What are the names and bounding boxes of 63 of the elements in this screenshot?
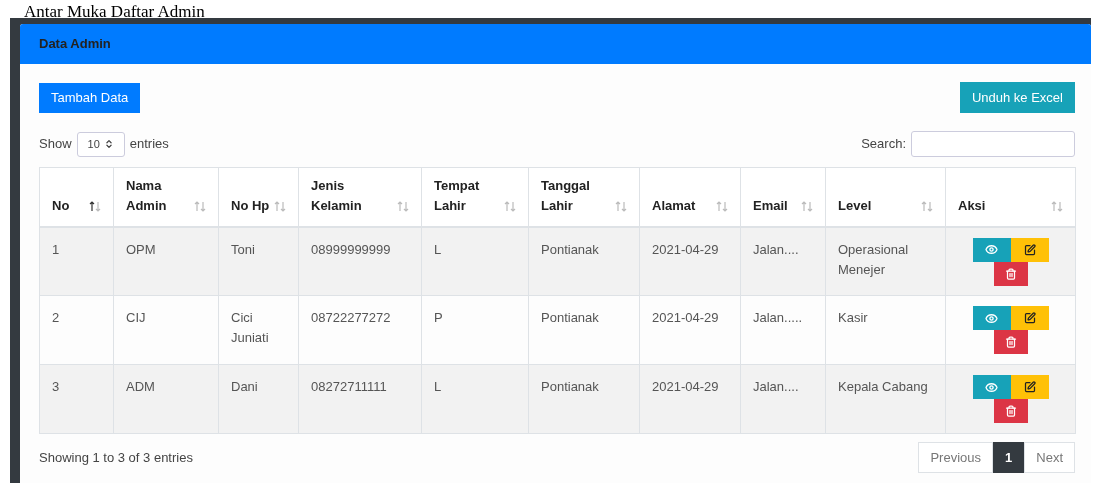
edit-icon <box>1023 381 1036 393</box>
updown-icon <box>103 139 114 149</box>
card-title: Data Admin <box>39 35 111 54</box>
delete-button[interactable] <box>993 261 1028 286</box>
table-cell: P <box>421 295 529 365</box>
edit-button[interactable] <box>1010 375 1049 399</box>
delete-button[interactable] <box>993 399 1028 423</box>
entries-select[interactable]: 10 <box>76 131 125 157</box>
trash-icon <box>1004 336 1017 348</box>
eye-icon <box>985 243 998 256</box>
table-cell: Kepala Cabang <box>825 364 946 434</box>
edit-button[interactable] <box>1010 306 1049 330</box>
edit-button[interactable] <box>1010 237 1049 262</box>
column-header[interactable]: Nama Admin <box>113 167 219 227</box>
add-button[interactable]: Tambah Data <box>39 82 141 113</box>
table-cell: 1 <box>39 226 114 296</box>
table-cell: Jalan.... <box>740 364 826 434</box>
table-cell: 08722277272 <box>298 295 422 365</box>
table-info: Showing 1 to 3 of 3 entries <box>39 448 193 467</box>
table-cell: Jalan..... <box>740 295 826 365</box>
table-cell: Jalan.... <box>740 226 826 296</box>
table-cell: 2 <box>39 295 114 365</box>
search-label: Search: <box>861 135 906 154</box>
table-cell: L <box>421 226 529 296</box>
column-header[interactable]: Alamat <box>639 167 741 227</box>
table-cell: CIJ <box>113 295 219 365</box>
table-cell: Pontianak <box>528 364 640 434</box>
column-header[interactable]: Level <box>825 167 946 227</box>
trash-icon <box>1004 267 1017 280</box>
column-header[interactable]: Aksi <box>945 167 1076 227</box>
eye-icon <box>985 311 998 325</box>
table-cell: Cici Juniati <box>218 295 299 365</box>
page-link[interactable]: 1 <box>993 442 1025 473</box>
table-cell: 3 <box>39 364 114 434</box>
table-cell: 08272711111 <box>298 364 422 434</box>
eye-icon <box>985 380 998 394</box>
column-header[interactable]: Tempat Lahir <box>421 167 529 227</box>
show-label: Show <box>39 135 72 154</box>
column-header[interactable]: Jenis Kelamin <box>298 167 422 227</box>
table-cell: ADM <box>113 364 219 434</box>
table-cell: Dani <box>218 364 299 434</box>
search-field[interactable] <box>911 131 1075 157</box>
table-cell: 2021-04-29 <box>639 226 741 296</box>
column-header[interactable]: Email <box>740 167 826 227</box>
table-cell: L <box>421 364 529 434</box>
table-cell: Operasional Menejer <box>825 226 946 296</box>
table-cell: OPM <box>113 226 219 296</box>
table-cell: 2021-04-29 <box>639 295 741 365</box>
entries-label: entries <box>129 135 169 154</box>
column-header[interactable]: No Hp <box>218 167 299 227</box>
edit-icon <box>1023 312 1036 324</box>
delete-button[interactable] <box>993 330 1028 354</box>
page-title: Antar Muka Daftar Admin <box>24 3 205 21</box>
trash-icon <box>1004 405 1017 417</box>
column-header[interactable]: Tanggal Lahir <box>528 167 640 227</box>
table-cell: Pontianak <box>528 295 640 365</box>
table-cell: Kasir <box>825 295 946 365</box>
table-cell: 2021-04-29 <box>639 364 741 434</box>
column-header[interactable]: No <box>39 167 114 227</box>
table-cell: Pontianak <box>528 226 640 296</box>
edit-icon <box>1023 243 1036 256</box>
table-cell: Toni <box>218 226 299 296</box>
table-cell: 08999999999 <box>298 226 422 296</box>
